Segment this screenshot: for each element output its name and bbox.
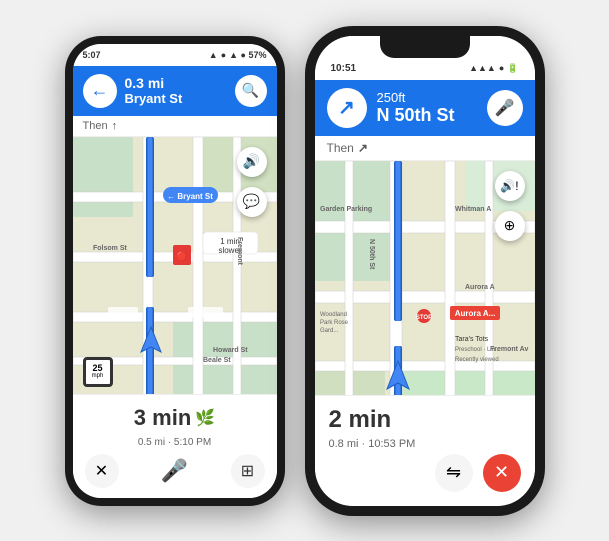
then-bar: Then ↑ xyxy=(73,116,277,137)
volume-icon: 🔊 xyxy=(243,153,260,170)
then-label: Then xyxy=(83,120,108,132)
nav-street: Bryant St xyxy=(125,91,227,106)
android-status-icons: ▲ ● ▲ ● 57% xyxy=(209,50,267,60)
grid-icon: ⊞ xyxy=(241,461,254,481)
svg-text:← Bryant St: ← Bryant St xyxy=(167,192,213,201)
nav-info: 250ft N 50th St xyxy=(377,90,477,126)
speed-value: 25 xyxy=(92,364,102,373)
wifi-icon: ● xyxy=(499,63,504,73)
svg-text:Howard St: Howard St xyxy=(213,347,248,354)
message-icon: 💬 xyxy=(243,193,260,210)
svg-text:Recently viewed: Recently viewed xyxy=(455,357,499,363)
svg-text:Whitman A: Whitman A xyxy=(455,206,491,213)
svg-text:Tara's Tots: Tara's Tots xyxy=(455,336,489,343)
locate-icon: ⊕ xyxy=(504,217,516,234)
svg-text:Garden Parking: Garden Parking xyxy=(320,206,372,213)
cancel-button[interactable]: ✕ xyxy=(85,454,119,488)
svg-text:Preschool · Lin...: Preschool · Lin... xyxy=(455,347,500,353)
bottom-actions: ✕ 🎤 ⊞ xyxy=(85,454,265,488)
iphone-nav-bar: ↗ 250ft N 50th St 🎤 xyxy=(315,80,535,136)
signal-icon: ▲ xyxy=(209,50,218,60)
then-arrow-icon: ↑ xyxy=(112,120,118,132)
battery-icon: ▲ ● 57% xyxy=(229,50,266,60)
svg-text:Park Rose: Park Rose xyxy=(320,320,349,326)
close-icon: ✕ xyxy=(494,462,509,483)
svg-text:Beale St: Beale St xyxy=(203,357,231,364)
then-label: Then xyxy=(327,141,354,155)
signal-icon: ▲▲▲ xyxy=(469,63,496,73)
mic-button[interactable]: 🎤 xyxy=(487,90,523,126)
svg-text:Aurora A: Aurora A xyxy=(465,284,495,291)
iphone-notch xyxy=(380,36,470,58)
speed-unit: mph xyxy=(92,373,104,379)
cancel-icon: ✕ xyxy=(95,461,108,481)
eta-time: 3 min xyxy=(134,405,191,431)
iphone-phone: 10:51 ▲▲▲ ● 🔋 ↗ 250ft N 50th St 🎤 xyxy=(305,26,545,516)
android-nav-bar: ← 0.3 mi Bryant St 🔍 xyxy=(73,66,277,116)
turn-arrow-icon: ↗ xyxy=(338,95,355,120)
grid-button[interactable]: ⊞ xyxy=(231,454,265,488)
turn-arrow-box: ← xyxy=(83,74,117,108)
eta-row: 2 min xyxy=(329,406,521,434)
svg-text:Gard...: Gard... xyxy=(320,328,339,334)
android-status-bar: 5:07 ▲ ● ▲ ● 57% xyxy=(73,44,277,66)
android-phone: 5:07 ▲ ● ▲ ● 57% ← 0.3 mi Bryant St xyxy=(65,36,285,506)
eta-details: 0.8 mi · 10:53 PM xyxy=(329,438,521,450)
svg-text:Aurora A...: Aurora A... xyxy=(454,309,495,318)
iphone-bottom-bar: 2 min 0.8 mi · 10:53 PM ⇋ ✕ xyxy=(315,395,535,506)
cancel-button[interactable]: ✕ xyxy=(483,454,521,492)
nav-distance: 250ft xyxy=(377,90,477,105)
android-screen: 5:07 ▲ ● ▲ ● 57% ← 0.3 mi Bryant St xyxy=(73,44,277,498)
volume-button[interactable]: 🔊! xyxy=(495,171,525,201)
locate-button[interactable]: ⊕ xyxy=(495,211,525,241)
iphone-time: 10:51 xyxy=(331,63,357,74)
battery-icon: 🔋 xyxy=(507,63,518,74)
svg-text:N 50th St: N 50th St xyxy=(368,239,375,270)
turn-left-icon: ← xyxy=(91,80,109,101)
eta-time: 2 min xyxy=(329,406,392,434)
speed-limit-badge: 25 mph xyxy=(83,357,113,387)
iphone-screen: 10:51 ▲▲▲ ● 🔋 ↗ 250ft N 50th St 🎤 xyxy=(315,36,535,506)
iphone-status-icons: ▲▲▲ ● 🔋 xyxy=(469,63,518,74)
mic-icon: 🎤 xyxy=(161,458,188,484)
wifi-icon: ● xyxy=(221,50,226,60)
svg-text:Fremont: Fremont xyxy=(236,237,243,266)
eta-details: 0.5 mi · 5:10 PM xyxy=(85,437,265,448)
android-bottom-bar: 3 min 🌿 0.5 mi · 5:10 PM ✕ 🎤 ⊞ xyxy=(73,394,277,498)
volume-button[interactable]: 🔊 xyxy=(237,147,267,177)
svg-text:Folsom St: Folsom St xyxy=(93,245,128,252)
turn-arrow-box: ↗ xyxy=(327,88,367,128)
search-icon: 🔍 xyxy=(242,82,259,99)
nav-street: N 50th St xyxy=(377,105,477,126)
eta-row: 3 min 🌿 xyxy=(85,405,265,431)
then-bar: Then ↗ xyxy=(315,136,535,161)
nav-distance: 0.3 mi xyxy=(125,75,227,91)
svg-text:STOP: STOP xyxy=(415,315,431,321)
svg-text:Woodland: Woodland xyxy=(320,312,347,318)
nav-info: 0.3 mi Bryant St xyxy=(125,75,227,106)
mic-icon: 🎤 xyxy=(495,98,515,118)
mic-button[interactable]: 🎤 xyxy=(161,458,188,484)
route-icon: ⇋ xyxy=(446,462,461,483)
android-time: 5:07 xyxy=(83,50,101,60)
bottom-actions: ⇋ ✕ xyxy=(329,454,521,492)
eco-icon: 🌿 xyxy=(195,408,215,428)
search-button[interactable]: 🔍 xyxy=(235,75,267,107)
route-options-button[interactable]: ⇋ xyxy=(435,454,473,492)
android-map: ← Bryant St 🔴 1 min slower Folsom St Bea… xyxy=(73,137,277,397)
svg-text:🔴: 🔴 xyxy=(176,250,187,261)
message-button[interactable]: 💬 xyxy=(237,187,267,217)
volume-icon: 🔊! xyxy=(500,179,518,193)
then-arrow-icon: ↗ xyxy=(358,141,368,155)
